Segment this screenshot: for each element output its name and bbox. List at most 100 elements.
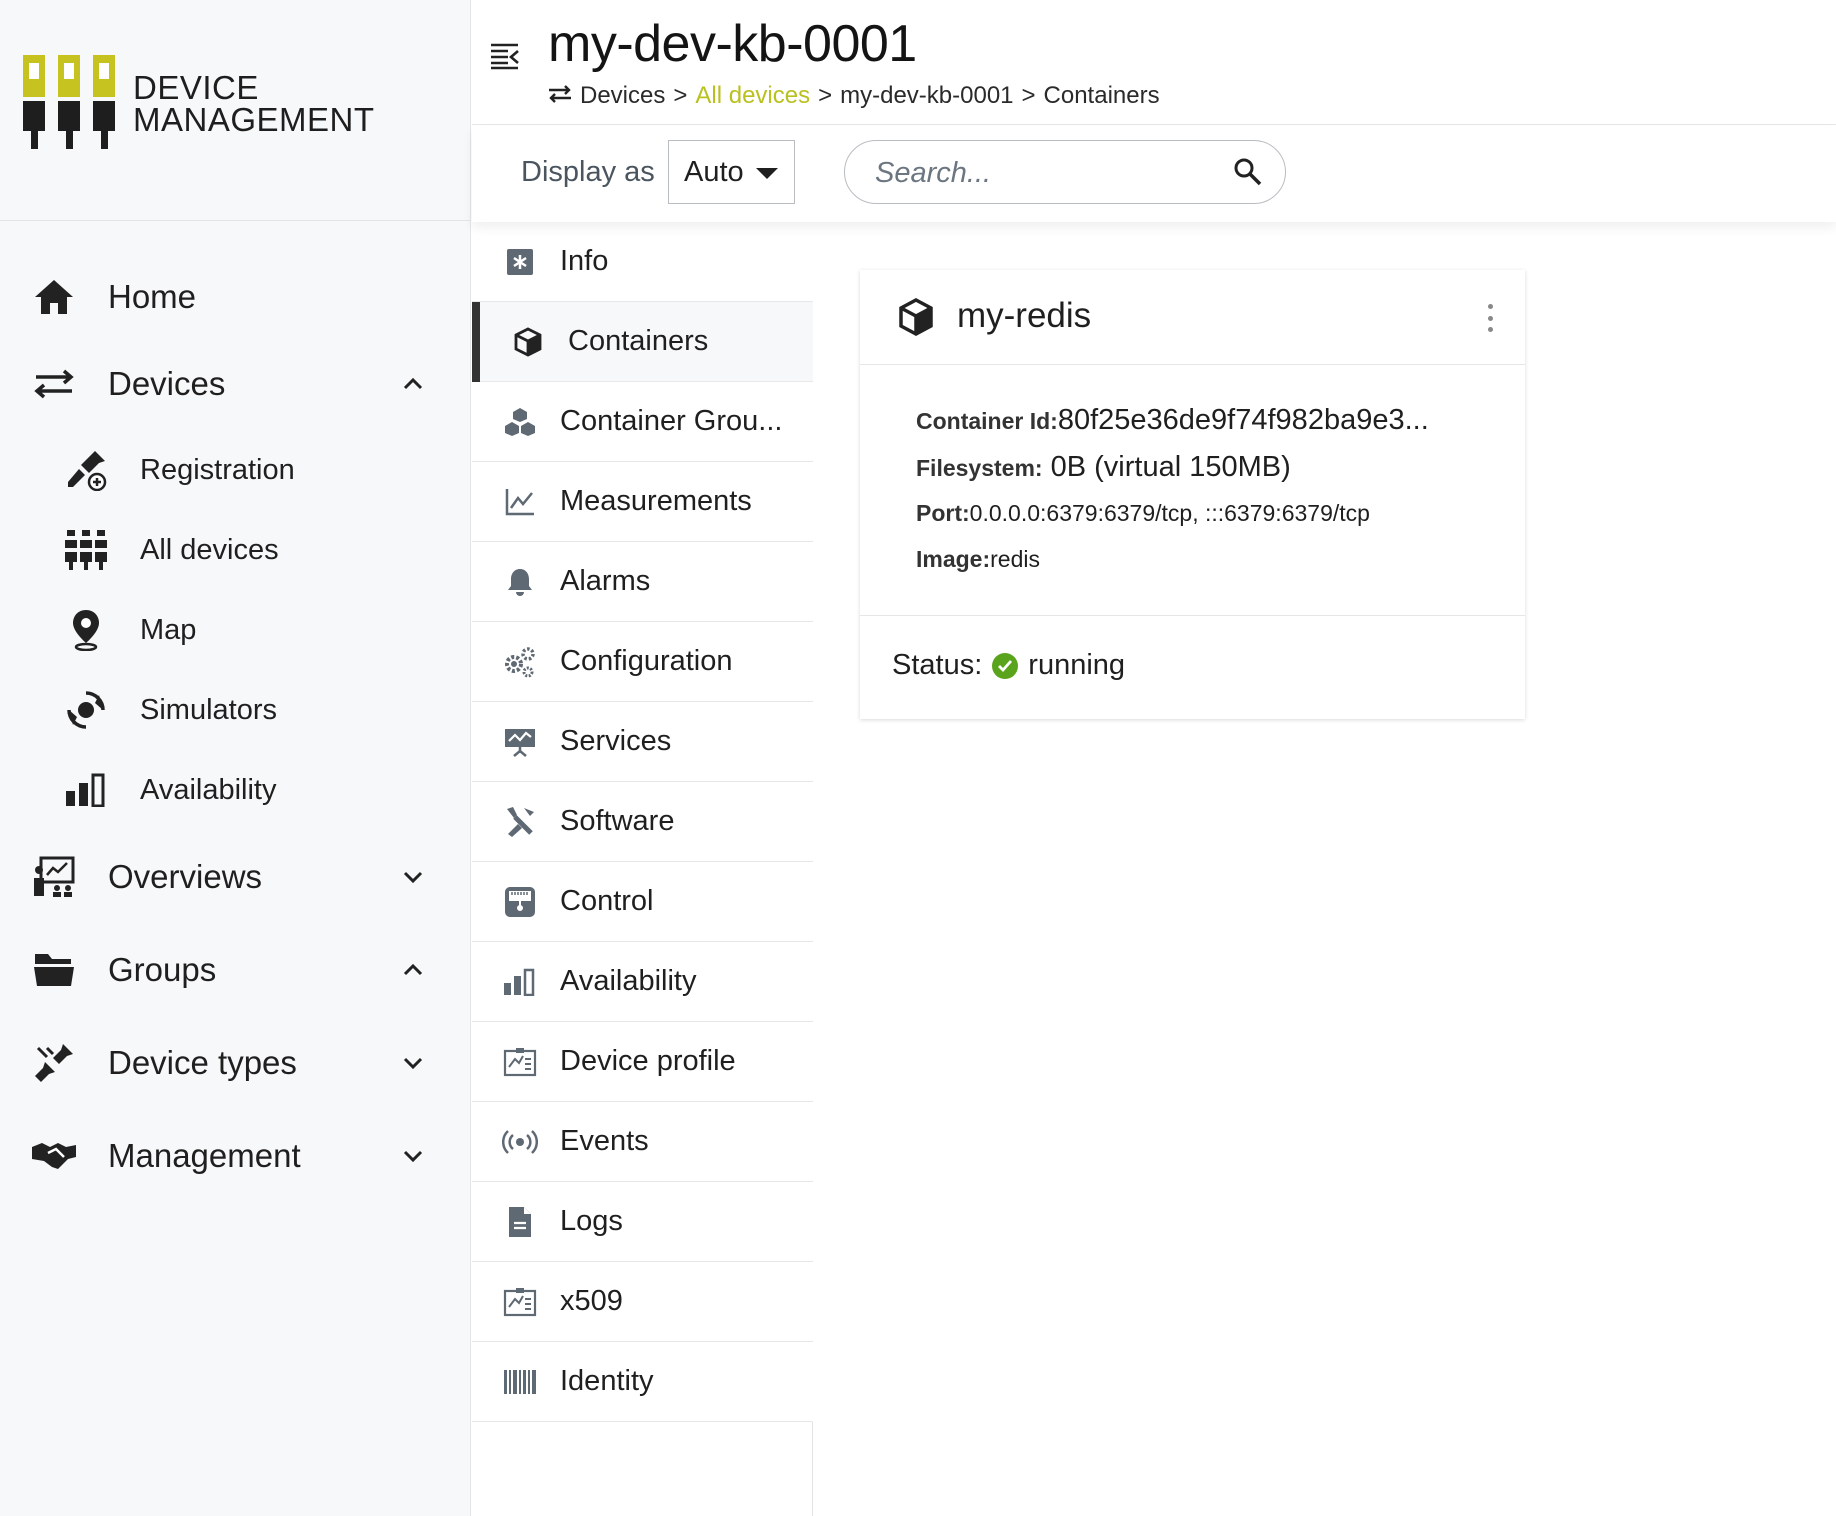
tab-containers-label: Containers [568, 325, 709, 357]
tab-containers[interactable]: Containers [472, 302, 813, 382]
sidebar-toggle-icon[interactable] [490, 42, 520, 75]
card-header: my-redis [860, 270, 1525, 365]
brand-line-2: MANAGEMENT [133, 101, 375, 138]
filesystem-row: Filesystem: 0B (virtual 150MB) [916, 451, 1291, 484]
device-tabs: Info Containers Container Grou... Measur… [472, 222, 813, 1516]
breadcrumb-devices[interactable]: Devices [580, 82, 665, 110]
plug-add-icon [64, 448, 108, 492]
breadcrumb: Devices > All devices > my-dev-kb-0001 >… [548, 82, 1160, 110]
chevron-down-icon[interactable] [400, 1050, 426, 1076]
tab-software[interactable]: Software [472, 782, 813, 862]
chevron-up-icon[interactable] [400, 957, 426, 983]
nav-groups[interactable]: Groups [0, 942, 470, 998]
tab-events[interactable]: Events [472, 1102, 813, 1182]
tab-info[interactable]: Info [472, 222, 813, 302]
more-options-icon[interactable] [1485, 304, 1495, 332]
breadcrumb-current: Containers [1043, 82, 1160, 109]
profile-icon [502, 1044, 538, 1080]
nav-all-devices-label: All devices [140, 533, 279, 566]
nav-registration-label: Registration [140, 453, 295, 486]
simulator-icon [64, 688, 108, 732]
status-row: Status: running [892, 649, 1125, 682]
swap-arrows-icon [32, 362, 76, 406]
devices-grid-icon [64, 528, 108, 572]
nav-availability[interactable]: Availability [0, 762, 470, 818]
breadcrumb-separator: > [818, 82, 833, 109]
tab-availability[interactable]: Availability [472, 942, 813, 1022]
search-icon[interactable] [1233, 157, 1263, 192]
nav-management-label: Management [108, 1137, 301, 1174]
port-label: Port: [916, 500, 970, 526]
breadcrumb-separator: > [1021, 82, 1036, 109]
tab-alarms[interactable]: Alarms [472, 542, 813, 622]
container-id-value: 80f25e36de9f74f982ba9e3... [1057, 404, 1429, 436]
card-footer: Status: running [860, 617, 1525, 719]
container-details: Container Id:80f25e36de9f74f982ba9e3... … [860, 366, 1525, 616]
nav-management[interactable]: Management [0, 1128, 470, 1184]
brand-line-1: DEVICE [133, 69, 259, 106]
chevron-down-icon[interactable] [400, 864, 426, 890]
nav-all-devices[interactable]: All devices [0, 522, 470, 578]
tab-x509-label: x509 [560, 1285, 623, 1317]
status-label: Status: [892, 649, 983, 681]
nav-home-label: Home [108, 278, 197, 315]
tab-container-groups[interactable]: Container Grou... [472, 382, 813, 462]
nav-map-label: Map [140, 613, 197, 646]
tab-x509[interactable]: x509 [472, 1262, 813, 1342]
search-input[interactable] [875, 155, 1215, 191]
brand-name: DEVICE MANAGEMENT [133, 69, 375, 138]
sidebar: DEVICE MANAGEMENT Home Devices Registrat… [0, 0, 471, 1516]
image-row: Image:redis [916, 546, 1040, 573]
breadcrumb-all-devices[interactable]: All devices [695, 82, 810, 110]
breadcrumb-device[interactable]: my-dev-kb-0001 [840, 82, 1013, 110]
control-icon [502, 884, 538, 920]
tab-configuration-label: Configuration [560, 645, 733, 677]
line-chart-icon [502, 484, 538, 520]
check-circle-icon [992, 652, 1019, 679]
tab-software-label: Software [560, 805, 675, 837]
software-icon [502, 804, 538, 840]
folder-icon [32, 948, 76, 992]
info-icon [502, 244, 538, 280]
nav-device-types[interactable]: Device types [0, 1035, 470, 1091]
nav-simulators[interactable]: Simulators [0, 682, 470, 738]
tab-services[interactable]: Services [472, 702, 813, 782]
chevron-up-icon[interactable] [400, 371, 426, 397]
tab-identity-label: Identity [560, 1365, 654, 1397]
tab-alarms-label: Alarms [560, 565, 651, 597]
tab-device-profile-label: Device profile [560, 1045, 736, 1077]
nav-devices[interactable]: Devices [0, 356, 470, 412]
nav-devices-label: Devices [108, 365, 226, 402]
tab-control[interactable]: Control [472, 862, 813, 942]
tab-device-profile[interactable]: Device profile [472, 1022, 813, 1102]
nav-groups-label: Groups [108, 951, 217, 988]
breadcrumb-separator: > [673, 82, 688, 109]
tab-availability-label: Availability [560, 965, 697, 997]
bar-chart-icon [64, 768, 108, 812]
tab-identity[interactable]: Identity [472, 1342, 813, 1422]
document-icon [502, 1204, 538, 1240]
filesystem-label: Filesystem: [916, 455, 1043, 481]
tab-logs-label: Logs [560, 1205, 623, 1237]
nav-simulators-label: Simulators [140, 693, 277, 726]
bar-chart-icon [502, 964, 538, 1000]
display-as-label: Display as [521, 156, 655, 188]
tab-measurements[interactable]: Measurements [472, 462, 813, 542]
presentation-icon [32, 855, 76, 899]
plugs-icon [32, 1041, 76, 1085]
tab-configuration[interactable]: Configuration [472, 622, 813, 702]
bell-icon [502, 564, 538, 600]
gears-icon [502, 644, 538, 680]
cube-icon [510, 324, 546, 360]
nav-registration[interactable]: Registration [0, 442, 470, 498]
image-value: redis [990, 546, 1040, 572]
tab-events-label: Events [560, 1125, 649, 1157]
display-as-select[interactable]: Auto [668, 140, 795, 204]
nav-overviews[interactable]: Overviews [0, 849, 470, 905]
nav-device-types-label: Device types [108, 1044, 297, 1081]
port-row: Port:0.0.0.0:6379:6379/tcp, :::6379:6379… [916, 500, 1370, 527]
chevron-down-icon[interactable] [400, 1143, 426, 1169]
tab-logs[interactable]: Logs [472, 1182, 813, 1262]
nav-map[interactable]: Map [0, 602, 470, 658]
nav-home[interactable]: Home [0, 269, 470, 325]
